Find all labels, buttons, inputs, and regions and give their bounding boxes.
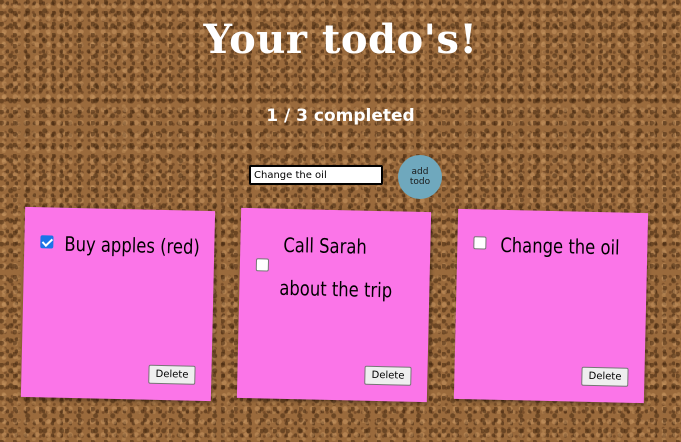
add-todo-label-line2: todo bbox=[409, 177, 431, 187]
delete-button[interactable]: Delete bbox=[364, 365, 412, 386]
page-title: Your todo's! bbox=[203, 16, 478, 63]
count-separator: / bbox=[278, 106, 297, 126]
todo-note: Call Sarah about the trip Delete bbox=[236, 207, 432, 403]
add-todo-button[interactable]: add todo bbox=[398, 155, 442, 199]
delete-button[interactable]: Delete bbox=[148, 364, 196, 385]
add-todo-label-line1: add bbox=[411, 167, 429, 177]
todo-note: Buy apples (red) Delete bbox=[20, 206, 216, 402]
todo-text: Buy apples (red) bbox=[64, 231, 201, 259]
completed-count: 1 bbox=[266, 106, 279, 126]
todo-checkbox[interactable] bbox=[473, 236, 487, 250]
todo-text: Change the oil bbox=[500, 232, 620, 260]
completion-counter: 1 / 3 completed bbox=[0, 106, 681, 126]
total-count: 3 bbox=[296, 106, 308, 126]
delete-button[interactable]: Delete bbox=[581, 366, 629, 387]
todo-checkbox[interactable] bbox=[255, 258, 270, 272]
todo-text-line2: about the trip bbox=[279, 275, 393, 303]
todo-text-line1: Call Sarah bbox=[283, 232, 368, 259]
todo-note: Change the oil Delete bbox=[453, 208, 649, 404]
new-todo-input[interactable] bbox=[249, 165, 383, 185]
todo-checkbox[interactable] bbox=[40, 235, 54, 249]
completed-label: completed bbox=[307, 106, 415, 126]
